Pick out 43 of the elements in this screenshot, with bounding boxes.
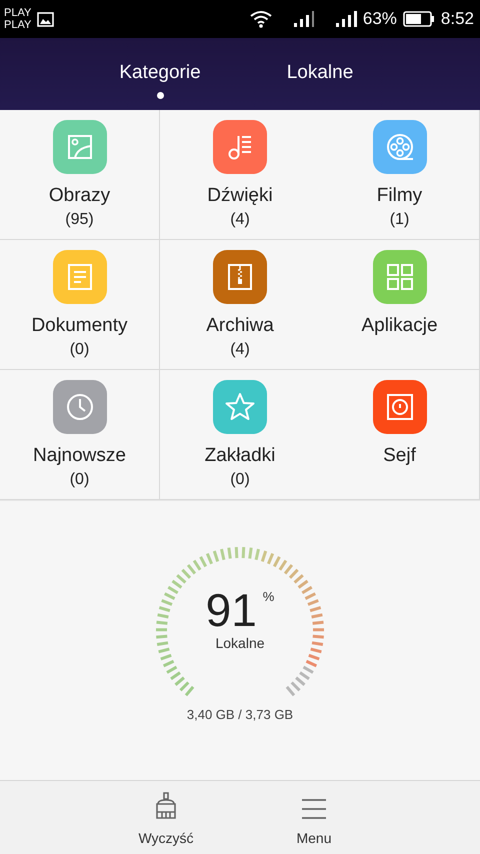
- clean-button[interactable]: Wyczyść: [92, 781, 240, 854]
- percent-sign: %: [262, 589, 274, 604]
- category-label[interactable]: Aplikacje: [361, 314, 438, 338]
- category-label[interactable]: Sejf: [383, 444, 416, 468]
- tab[interactable]: Kategorie: [80, 38, 240, 110]
- storage-usage: 3,40 GB / 3,73 GB: [186, 707, 294, 722]
- tab[interactable]: Lokalne: [240, 38, 400, 110]
- item-count: (1): [390, 210, 410, 230]
- category-label[interactable]: Zakładki: [204, 444, 276, 468]
- category-label[interactable]: Dźwięki: [207, 184, 273, 208]
- safe-icon[interactable]: [372, 380, 426, 434]
- grid-icon[interactable]: [372, 250, 426, 304]
- wifi-icon: [248, 10, 273, 28]
- category-label[interactable]: Filmy: [376, 184, 422, 208]
- signal-icon: [292, 11, 315, 27]
- battery-percent: 63%: [362, 9, 397, 29]
- document-icon[interactable]: [52, 250, 106, 304]
- menu-icon: [301, 798, 327, 820]
- brush-icon: [153, 792, 179, 820]
- category-label[interactable]: Dokumenty: [31, 314, 128, 338]
- image-icon[interactable]: [52, 120, 106, 174]
- category-label[interactable]: Obrazy: [48, 184, 110, 208]
- usage-percent: 91: [206, 585, 257, 635]
- category-label[interactable]: Najnowsze: [33, 444, 126, 468]
- carrier-name: PLAY: [4, 19, 32, 31]
- item-count: (0): [70, 340, 90, 360]
- item-count: (0): [230, 470, 250, 490]
- storage-label: Lokalne: [215, 635, 265, 651]
- battery-icon: [402, 11, 435, 27]
- music-note-icon[interactable]: [213, 120, 267, 174]
- film-reel-icon[interactable]: [372, 120, 426, 174]
- item-count: (0): [70, 470, 90, 490]
- item-count: (95): [65, 210, 94, 230]
- clock-time: 8:52: [440, 9, 474, 29]
- category-label[interactable]: Archiwa: [206, 314, 274, 338]
- clock-icon[interactable]: [52, 380, 106, 434]
- image-icon: [37, 12, 54, 26]
- signal-icon: [334, 11, 357, 27]
- carrier-name: PLAY: [4, 7, 32, 19]
- item-count: (4): [230, 210, 250, 230]
- item-count: (4): [230, 340, 250, 360]
- archive-icon[interactable]: [213, 250, 267, 304]
- menu-button[interactable]: Menu: [240, 781, 388, 854]
